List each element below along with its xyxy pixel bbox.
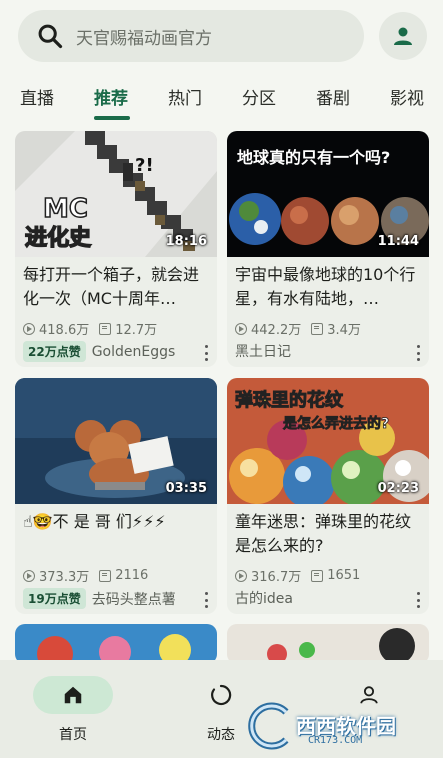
watermark-subtitle: CR173.COM: [308, 735, 363, 746]
play-count-icon: [23, 322, 35, 335]
danmaku-icon: [311, 569, 324, 582]
top-bar: 天官赐福动画官方: [0, 0, 443, 70]
play-count-icon: [23, 569, 35, 582]
danmaku-count: 3.4万: [327, 323, 361, 338]
danmaku-count: 2116: [115, 568, 149, 583]
svg-text:弹珠里的花纹: 弹珠里的花纹: [235, 389, 344, 411]
video-title[interactable]: 童年迷思：弹珠里的花纹是怎么来的?: [235, 510, 423, 558]
author-name[interactable]: 去码头整点薯: [92, 589, 176, 609]
nav-home[interactable]: 首页: [18, 676, 128, 744]
video-thumbnail[interactable]: 地球真的只有一个吗? 11:44: [227, 131, 429, 257]
nav-home-label: 首页: [59, 727, 87, 743]
video-card-partial[interactable]: [15, 624, 217, 664]
video-thumbnail[interactable]: 03:35: [15, 378, 217, 504]
video-stats: 418.6万 12.7万: [23, 319, 157, 338]
nav-home-pill: [33, 676, 113, 714]
danmaku-icon: [99, 322, 112, 335]
video-stats: 373.3万 2116: [23, 566, 148, 585]
video-duration: 03:35: [165, 481, 207, 496]
activity-icon: [211, 684, 232, 706]
video-duration: 11:44: [377, 234, 419, 249]
video-meta: 19万点赞 去码头整点薯: [23, 588, 176, 609]
active-tab-indicator: [94, 116, 130, 120]
tab-hot[interactable]: 热门: [168, 84, 202, 109]
watermark-logo-icon: [248, 702, 289, 750]
tab-film[interactable]: 影视: [390, 84, 424, 109]
tab-recommended[interactable]: 推荐: [94, 84, 128, 109]
view-count: 316.7万: [251, 570, 302, 585]
person-icon: [394, 27, 412, 45]
video-thumbnail[interactable]: ?! MC 进化史 18:16: [15, 131, 217, 257]
video-duration: 02:23: [377, 481, 419, 496]
home-icon: [64, 686, 82, 704]
svg-text:进化史: 进化史: [25, 225, 92, 251]
play-count-icon: [235, 569, 247, 582]
svg-text:?!: ?!: [135, 155, 154, 176]
more-options-icon[interactable]: [203, 592, 209, 608]
search-box[interactable]: 天官赐福动画官方: [18, 10, 364, 62]
more-options-icon[interactable]: [415, 592, 421, 608]
view-count: 442.2万: [251, 323, 302, 338]
video-card[interactable]: ?! MC 进化史 18:16 每打开一个箱子，就会进化一次（MC十周年… 41…: [15, 131, 217, 367]
search-icon: [38, 24, 63, 49]
danmaku-icon: [311, 322, 324, 335]
video-stats: 442.2万 3.4万: [235, 319, 361, 338]
like-badge: 19万点赞: [23, 588, 86, 609]
account-button[interactable]: [379, 12, 427, 60]
danmaku-count: 12.7万: [115, 323, 158, 338]
author-name[interactable]: GoldenEggs: [92, 344, 176, 360]
svg-text:MC: MC: [43, 194, 88, 224]
author-name[interactable]: 黑土日记: [235, 341, 291, 361]
svg-text:是怎么弄进去的?: 是怎么弄进去的?: [283, 415, 389, 432]
svg-text:地球真的只有一个吗?: 地球真的只有一个吗?: [237, 148, 390, 167]
tab-sections[interactable]: 分区: [242, 84, 276, 109]
video-meta: 黑土日记: [235, 341, 291, 361]
video-meta: 古的idea: [235, 588, 293, 608]
video-title[interactable]: ☝🤓不 是 哥 们⚡⚡⚡: [23, 510, 211, 558]
video-stats: 316.7万 1651: [235, 566, 360, 585]
danmaku-count: 1651: [327, 568, 361, 583]
more-options-icon[interactable]: [415, 345, 421, 361]
category-tabs: 直播 推荐 热门 分区 番剧 影视: [0, 78, 443, 122]
tab-anime[interactable]: 番剧: [316, 84, 350, 109]
video-meta: 22万点赞 GoldenEggs: [23, 341, 175, 362]
colorful-thumbnail-image: [227, 624, 429, 664]
danmaku-icon: [99, 569, 112, 582]
cartoon-thumbnail-image: [15, 624, 217, 664]
video-duration: 18:16: [165, 234, 207, 249]
author-name[interactable]: 古的idea: [235, 588, 293, 608]
tab-live[interactable]: 直播: [20, 84, 54, 109]
video-thumbnail[interactable]: 弹珠里的花纹 是怎么弄进去的? 02:23: [227, 378, 429, 504]
view-count: 373.3万: [39, 570, 90, 585]
play-count-icon: [235, 322, 247, 335]
video-title[interactable]: 宇宙中最像地球的10个行星，有水有陆地，…: [235, 263, 423, 311]
like-badge: 22万点赞: [23, 341, 86, 362]
video-card[interactable]: 地球真的只有一个吗? 11:44 宇宙中最像地球的10个行星，有水有陆地，… 4…: [227, 131, 429, 367]
watermark: 西西软件园 CR173.COM: [246, 702, 426, 750]
video-card-partial[interactable]: [227, 624, 429, 664]
video-card[interactable]: 弹珠里的花纹 是怎么弄进去的? 02:23 童年迷思：弹珠里的花纹是怎么来的? …: [227, 378, 429, 614]
video-title[interactable]: 每打开一个箱子，就会进化一次（MC十周年…: [23, 263, 211, 311]
video-card[interactable]: 03:35 ☝🤓不 是 哥 们⚡⚡⚡ 373.3万 2116 19万点赞 去码头…: [15, 378, 217, 614]
search-placeholder: 天官赐福动画官方: [76, 28, 212, 49]
more-options-icon[interactable]: [203, 345, 209, 361]
view-count: 418.6万: [39, 323, 90, 338]
